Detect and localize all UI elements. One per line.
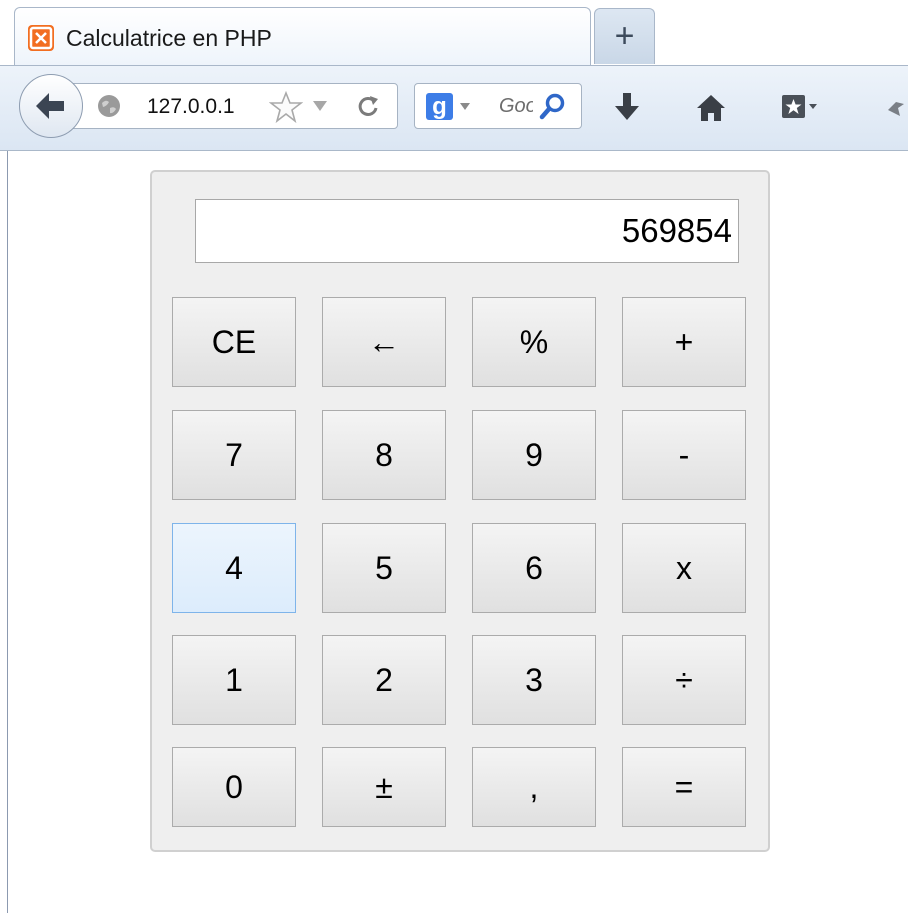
key-multiply[interactable]: x <box>622 523 746 613</box>
key-1[interactable]: 1 <box>172 635 296 725</box>
bookmarks-menu-icon[interactable] <box>781 94 817 120</box>
key-8[interactable]: 8 <box>322 410 446 500</box>
home-icon[interactable] <box>696 94 726 122</box>
google-icon[interactable]: g <box>426 93 453 120</box>
key-add[interactable]: + <box>622 297 746 387</box>
key-5[interactable]: 5 <box>322 523 446 613</box>
tab-title: Calculatrice en PHP <box>66 25 272 51</box>
reload-icon[interactable] <box>357 95 379 117</box>
key-decimal-comma[interactable]: , <box>472 747 596 827</box>
url-bar[interactable]: 127.0.0.1 <box>68 83 398 129</box>
search-bar[interactable]: g Google <box>414 83 582 129</box>
download-icon[interactable] <box>614 92 640 122</box>
key-2[interactable]: 2 <box>322 635 446 725</box>
tab-active[interactable]: Calculatrice en PHP <box>14 7 591 66</box>
key-3[interactable]: 3 <box>472 635 596 725</box>
search-icon[interactable] <box>539 92 567 120</box>
calculator: CE ← % + 7 8 9 - 4 5 6 x 1 2 3 ÷ 0 ± , = <box>150 170 770 852</box>
engine-dropdown-icon[interactable] <box>460 103 470 110</box>
globe-icon <box>98 95 120 117</box>
key-subtract[interactable]: - <box>622 410 746 500</box>
key-4[interactable]: 4 <box>172 523 296 613</box>
search-input[interactable]: Google <box>499 95 533 118</box>
bookmark-star-icon[interactable] <box>269 91 303 123</box>
browser-window: Calculatrice en PHP + 127.0.0.1 g Go 569… <box>0 0 908 913</box>
new-tab-button[interactable]: + <box>594 8 655 64</box>
window-edge <box>7 151 8 913</box>
navigation-toolbar: 127.0.0.1 g Google <box>0 65 908 151</box>
addon-icon[interactable] <box>884 96 908 120</box>
xampp-icon <box>28 25 54 51</box>
back-button[interactable] <box>19 74 83 138</box>
back-arrow-icon <box>36 93 64 119</box>
key-9[interactable]: 9 <box>472 410 596 500</box>
key-percent[interactable]: % <box>472 297 596 387</box>
key-6[interactable]: 6 <box>472 523 596 613</box>
url-text: 127.0.0.1 <box>147 95 235 118</box>
key-equals[interactable]: = <box>622 747 746 827</box>
key-backspace[interactable]: ← <box>322 297 446 387</box>
history-dropdown-icon[interactable] <box>313 101 327 111</box>
tab-strip: Calculatrice en PHP + <box>0 0 908 66</box>
key-plus-minus[interactable]: ± <box>322 747 446 827</box>
key-7[interactable]: 7 <box>172 410 296 500</box>
key-divide[interactable]: ÷ <box>622 635 746 725</box>
calculator-display[interactable] <box>195 199 739 263</box>
key-0[interactable]: 0 <box>172 747 296 827</box>
key-clear-entry[interactable]: CE <box>172 297 296 387</box>
